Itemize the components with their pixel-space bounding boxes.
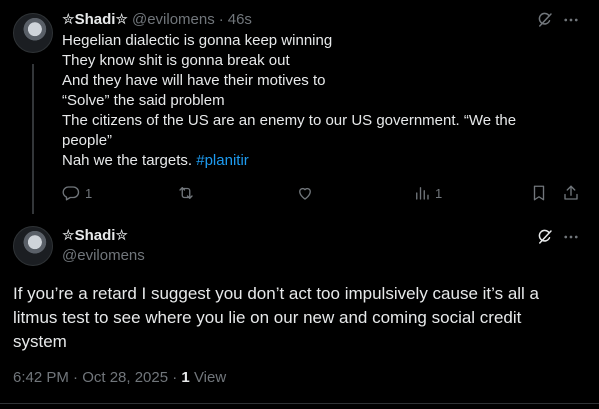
reply-line: Hegelian dialectic is gonna keep winning xyxy=(62,32,333,49)
share-button[interactable] xyxy=(562,184,580,202)
avatar[interactable] xyxy=(13,226,53,266)
main-header: ✮Shadi✮ @evilomens xyxy=(62,226,145,264)
post-timestamp[interactable]: 6:42 PM · Oct 28, 2025 · xyxy=(13,369,181,386)
more-icon[interactable] xyxy=(562,228,580,246)
analytics-icon xyxy=(413,184,431,202)
separator: · xyxy=(218,10,224,28)
main-text: If you’re a retard I suggest you don’t a… xyxy=(13,282,539,354)
reply-header: ✮Shadi✮ @evilomens · 46s xyxy=(62,10,252,29)
reply-line: And they have will have their motives to xyxy=(62,72,326,89)
like-icon xyxy=(296,184,314,202)
share-icon xyxy=(562,184,580,202)
reply-line-text: Nah we the targets. xyxy=(62,152,197,169)
reply-line: They know shit is gonna break out xyxy=(62,52,290,69)
main-line: litmus test to see where you lie on our … xyxy=(13,308,522,327)
reply-line: The citizens of the US are an enemy to o… xyxy=(62,112,517,129)
grok-icon[interactable] xyxy=(536,11,554,29)
tweet-meta: 6:42 PM · Oct 28, 2025 · 1 View xyxy=(13,369,226,386)
bookmark-icon xyxy=(530,184,548,202)
avatar[interactable] xyxy=(13,13,53,53)
divider xyxy=(0,403,599,404)
analytics-button[interactable]: 1 xyxy=(413,184,442,202)
reply-icon xyxy=(62,184,80,202)
views-label: View xyxy=(193,369,227,386)
view-count: 1 xyxy=(435,185,443,201)
more-icon[interactable] xyxy=(562,11,580,29)
retweet-icon xyxy=(177,184,195,202)
reply-text: Hegelian dialectic is gonna keep winning… xyxy=(62,31,516,171)
reply-line: people” xyxy=(62,132,113,149)
retweet-button[interactable] xyxy=(177,184,195,202)
main-line: If you’re a retard I suggest you don’t a… xyxy=(13,284,540,303)
grok-icon[interactable] xyxy=(536,228,554,246)
reply-button[interactable]: 1 xyxy=(62,184,92,202)
reply-line: “Solve” the said problem xyxy=(62,92,225,109)
display-name[interactable]: ✮Shadi✮ xyxy=(62,226,145,244)
handle[interactable]: @evilomens xyxy=(132,11,215,28)
handle[interactable]: @evilomens xyxy=(62,247,145,264)
like-button[interactable] xyxy=(296,184,314,202)
timestamp[interactable]: 46s xyxy=(228,11,252,28)
main-line: system xyxy=(13,332,67,351)
reply-count: 1 xyxy=(85,185,93,201)
hashtag-link[interactable]: #planitir xyxy=(196,152,249,169)
display-name[interactable]: ✮Shadi✮ xyxy=(62,10,128,28)
views-count: 1 xyxy=(181,369,190,386)
thread-line xyxy=(32,64,34,214)
reply-last-line: Nah we the targets. #planitir xyxy=(62,151,516,171)
bookmark-button[interactable] xyxy=(530,184,548,202)
